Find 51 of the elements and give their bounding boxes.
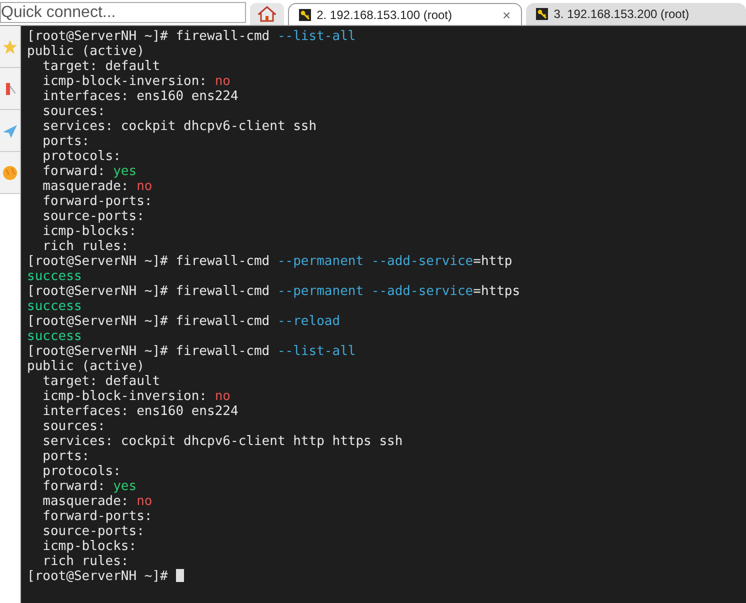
globe-icon[interactable]	[2, 164, 18, 180]
terminal-line: ports:	[42, 449, 90, 464]
terminal-line: interfaces: ens160 ens224	[42, 89, 238, 104]
terminal-line: rich rules:	[42, 239, 129, 254]
terminal-line: [root@ServerNH ~]# firewall-cmd --permanent --add-service=http	[27, 254, 512, 269]
paper-plane-icon[interactable]	[2, 122, 18, 138]
session-tab[interactable]: 2. 192.168.153.100 (root) ×	[288, 3, 522, 25]
terminal-line: services: cockpit dhcpv6-client ssh	[42, 119, 317, 134]
home-tab[interactable]	[250, 3, 284, 25]
terminal-line: protocols:	[42, 149, 121, 164]
terminal-line: success	[27, 329, 82, 344]
terminal-line: interfaces: ens160 ens224	[42, 404, 238, 419]
tab-label: 2. 192.168.153.100 (root)	[316, 8, 454, 22]
terminal-line: ports:	[42, 134, 90, 149]
key-icon	[536, 8, 548, 20]
terminal-line: masquerade: no	[42, 179, 152, 194]
terminal-line: masquerade: no	[42, 494, 152, 509]
terminal-line: icmp-blocks:	[42, 224, 137, 239]
terminal-line: success	[27, 299, 82, 314]
terminal-line: forward: yes	[42, 479, 137, 494]
terminal-line: protocols:	[42, 464, 121, 479]
terminal-line: public (active)	[27, 44, 144, 59]
terminal-line: source-ports:	[42, 209, 144, 224]
terminal-line: forward: yes	[42, 164, 137, 179]
terminal-line: icmp-block-inversion: no	[42, 389, 230, 404]
terminal-line: [root@ServerNH ~]# firewall-cmd --list-all	[27, 29, 356, 44]
terminal-line: services: cockpit dhcpv6-client http https ssh	[42, 434, 403, 449]
key-icon	[298, 8, 311, 20]
terminal-line: [root@ServerNH ~]# firewall-cmd --list-all	[27, 344, 356, 359]
close-icon[interactable]: ×	[502, 6, 511, 22]
terminal-line: forward-ports:	[42, 509, 152, 524]
terminal-line: [root@ServerNH ~]# firewall-cmd --permanent --add-service=https	[27, 284, 520, 299]
star-icon[interactable]	[2, 38, 18, 54]
terminal-line: success	[27, 269, 82, 284]
terminal-line: [root@ServerNH ~]# firewall-cmd --reload	[27, 314, 340, 329]
terminal-line: sources:	[42, 104, 106, 119]
terminal-line: sources:	[42, 419, 106, 434]
terminal-line: [root@ServerNH ~]#	[27, 569, 184, 584]
terminal-line: target: default	[42, 59, 160, 74]
terminal-line: public (active)	[27, 359, 144, 374]
terminal-panel[interactable]	[21, 26, 746, 603]
house-icon	[258, 6, 276, 22]
terminal-line: forward-ports:	[42, 194, 152, 209]
terminal-line: icmp-block-inversion: no	[42, 74, 230, 89]
terminal-line: target: default	[42, 374, 160, 389]
tab-label: 3. 192.168.153.200 (root)	[554, 7, 690, 21]
terminal-line: rich rules:	[42, 554, 129, 569]
session-tab[interactable]: 3. 192.168.153.200 (root)	[526, 3, 746, 25]
quick-connect-field[interactable]: Quick connect...	[0, 2, 246, 23]
terminal-line: source-ports:	[42, 524, 144, 539]
terminal-line: icmp-blocks:	[42, 539, 137, 554]
